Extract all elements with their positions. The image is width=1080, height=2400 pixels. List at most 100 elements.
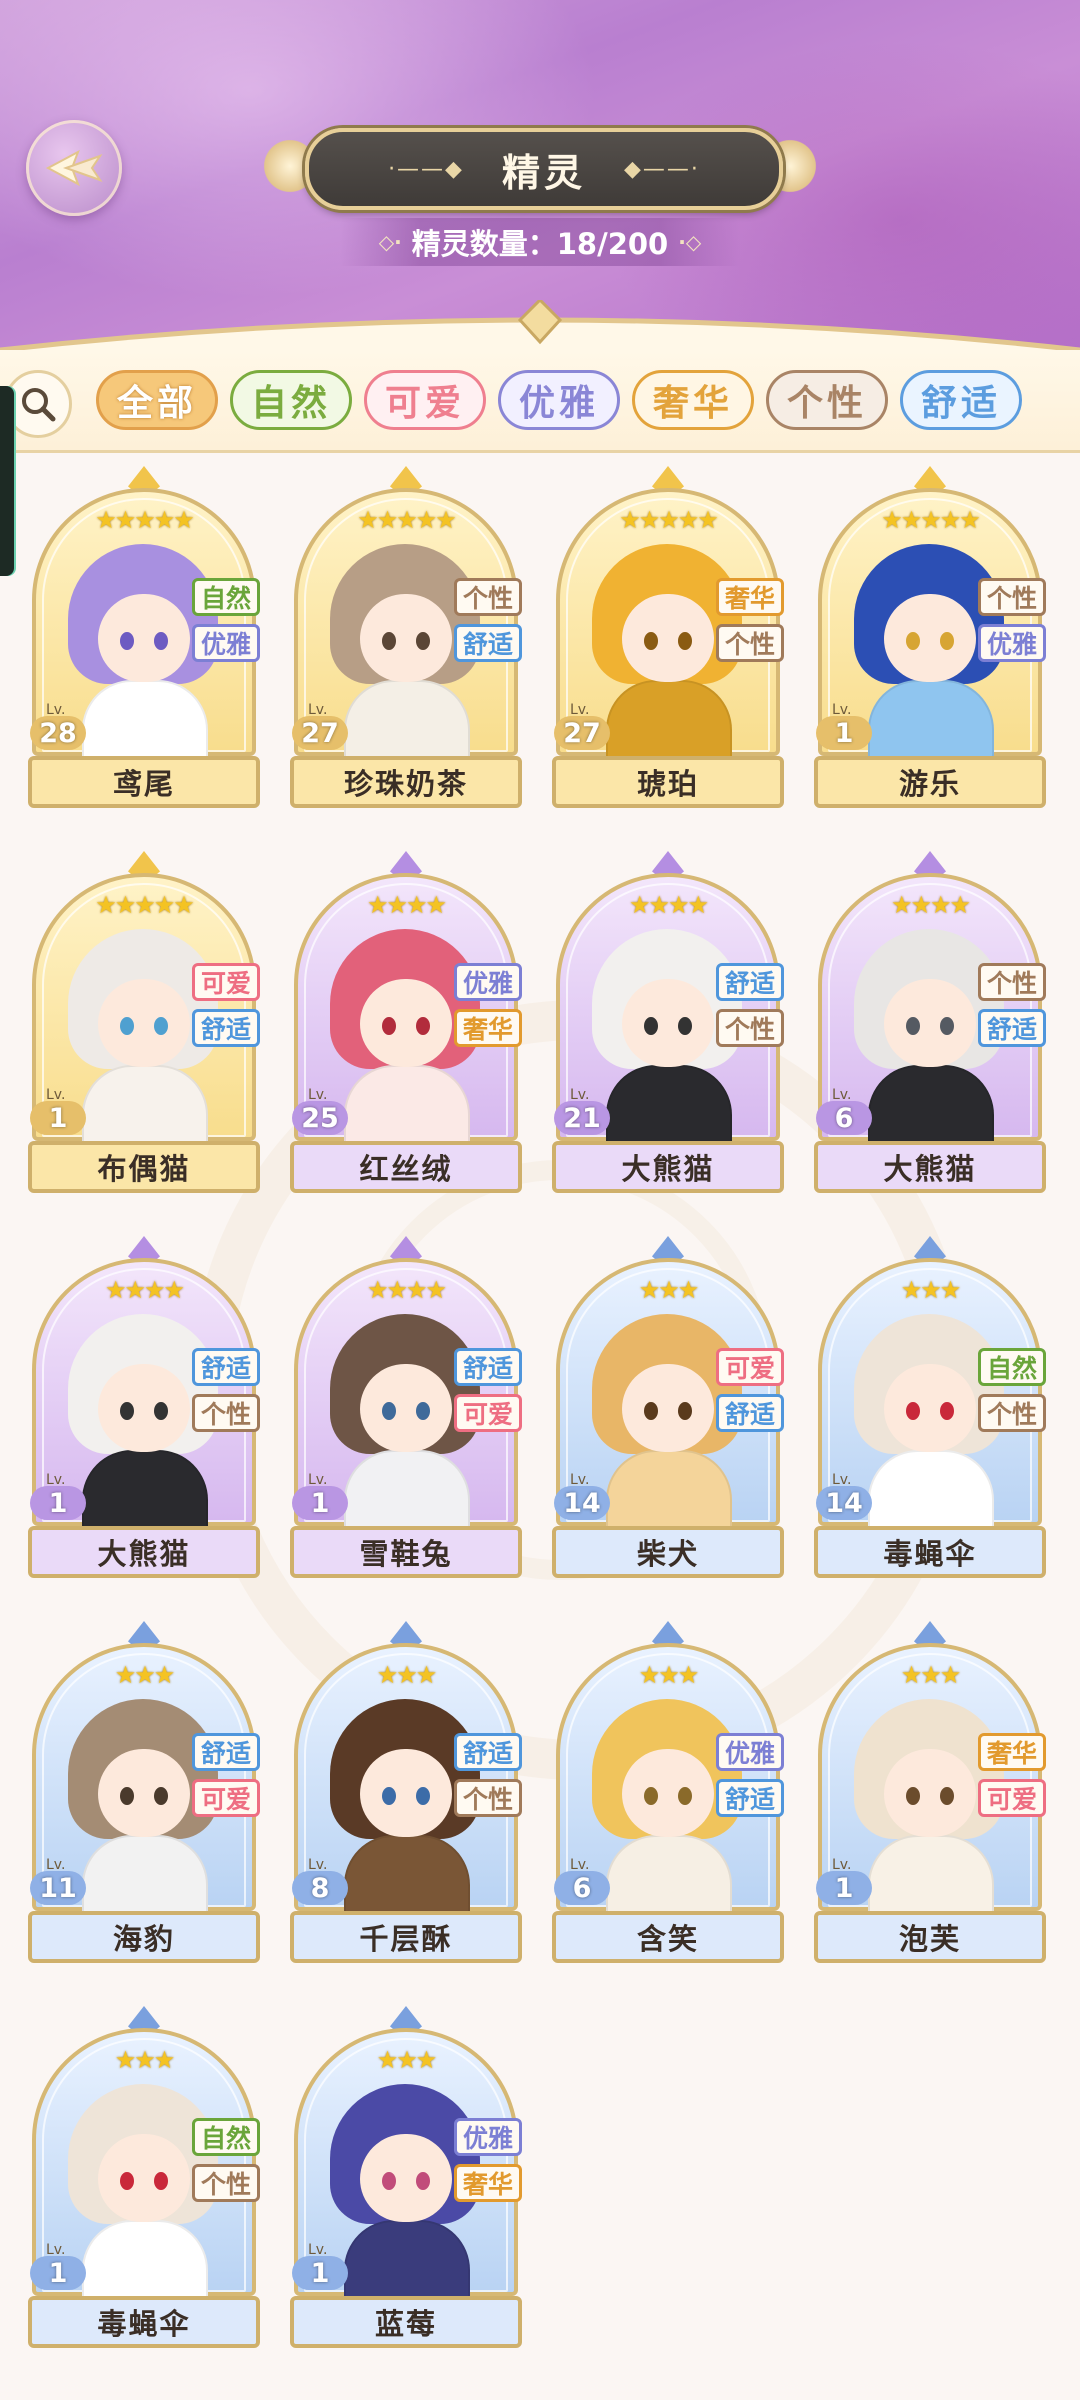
portrait-eye bbox=[644, 1017, 658, 1035]
portrait-eye bbox=[416, 632, 430, 650]
sprite-card[interactable]: ★★★★ 个性 舒适 Lv. 6 大熊猫 bbox=[814, 851, 1046, 1195]
star-rating: ★★★★ bbox=[366, 891, 447, 919]
portrait-face bbox=[360, 1364, 452, 1452]
portrait-outfit bbox=[344, 1835, 470, 1915]
trait-tag: 舒适 bbox=[454, 1348, 522, 1386]
filter-tab[interactable]: 自然 bbox=[230, 370, 352, 430]
star-rating: ★★★★★ bbox=[95, 506, 195, 534]
portrait-eye bbox=[416, 1787, 430, 1805]
level-value: 1 bbox=[48, 1102, 68, 1134]
filter-tab[interactable]: 舒适 bbox=[900, 370, 1022, 430]
trait-tag: 自然 bbox=[192, 578, 260, 616]
portrait-outfit bbox=[606, 680, 732, 760]
sprite-card[interactable]: ★★★★★ 个性 舒适 Lv. 27 珍珠奶茶 bbox=[290, 466, 522, 810]
trait-tag: 可爱 bbox=[454, 1394, 522, 1432]
trait-tag: 个性 bbox=[454, 1779, 522, 1817]
sprite-name: 泡芙 bbox=[814, 1911, 1046, 1963]
sprite-card[interactable]: ★★★ 自然 个性 Lv. 1 毒蝇伞 bbox=[28, 2006, 260, 2350]
portrait-eye bbox=[416, 2172, 430, 2190]
level-value: 1 bbox=[310, 1487, 330, 1519]
search-button[interactable] bbox=[4, 370, 72, 438]
portrait-eye bbox=[120, 632, 134, 650]
trait-tag: 可爱 bbox=[192, 963, 260, 1001]
level-value: 1 bbox=[310, 2257, 330, 2289]
count-deco-left: ◇· bbox=[378, 230, 402, 254]
portrait-eye bbox=[678, 1017, 692, 1035]
sprite-card[interactable]: ★★★★ 舒适 可爱 Lv. 1 雪鞋兔 bbox=[290, 1236, 522, 1580]
sprite-card[interactable]: ★★★★ 舒适 个性 Lv. 1 大熊猫 bbox=[28, 1236, 260, 1580]
level-badge: Lv. 1 bbox=[292, 1472, 350, 1520]
portrait-face bbox=[884, 1364, 976, 1452]
filter-tab[interactable]: 可爱 bbox=[364, 370, 486, 430]
sprite-card[interactable]: ★★★ 优雅 奢华 Lv. 1 蓝莓 bbox=[290, 2006, 522, 2350]
back-button[interactable] bbox=[26, 120, 122, 216]
page-title: 精灵 bbox=[501, 150, 586, 195]
sprite-card[interactable]: ★★★ 优雅 舒适 Lv. 6 含笑 bbox=[552, 1621, 784, 1965]
sprite-card[interactable]: ★★★★★ 奢华 个性 Lv. 27 琥珀 bbox=[552, 466, 784, 810]
trait-tag: 奢华 bbox=[978, 1733, 1046, 1771]
sprite-card[interactable]: ★★★★ 优雅 奢华 Lv. 25 红丝绒 bbox=[290, 851, 522, 1195]
portrait-eye bbox=[120, 1402, 134, 1420]
portrait-outfit bbox=[868, 1065, 994, 1145]
level-value: 25 bbox=[301, 1102, 339, 1134]
sprite-name: 柴犬 bbox=[552, 1526, 784, 1578]
sprite-name: 珍珠奶茶 bbox=[290, 756, 522, 808]
trait-tag: 舒适 bbox=[716, 1394, 784, 1432]
sprite-card[interactable]: ★★★★ 舒适 个性 Lv. 21 大熊猫 bbox=[552, 851, 784, 1195]
filter-tab[interactable]: 全部 bbox=[96, 370, 218, 430]
filter-tabs: 全部 自然 可爱 优雅 奢华 个性 舒适 bbox=[96, 370, 1022, 430]
level-value: 27 bbox=[301, 717, 339, 749]
filter-tab[interactable]: 优雅 bbox=[498, 370, 620, 430]
sprite-card[interactable]: ★★★★★ 可爱 舒适 Lv. 1 布偶猫 bbox=[28, 851, 260, 1195]
sprite-card[interactable]: ★★★ 舒适 可爱 Lv. 11 海豹 bbox=[28, 1621, 260, 1965]
sprite-card[interactable]: ★★★★★ 自然 优雅 Lv. 28 鸢尾 bbox=[28, 466, 260, 810]
trait-tag: 个性 bbox=[716, 624, 784, 662]
trait-tag: 奢华 bbox=[716, 578, 784, 616]
star-rating: ★★★ bbox=[114, 2046, 176, 2074]
back-arrow-icon bbox=[45, 149, 103, 187]
search-icon bbox=[22, 388, 56, 422]
portrait-face bbox=[884, 594, 976, 682]
portrait-eye bbox=[644, 1402, 658, 1420]
level-badge: Lv. 25 bbox=[292, 1087, 350, 1135]
star-rating: ★★★★ bbox=[890, 891, 971, 919]
trait-tag: 可爱 bbox=[192, 1779, 260, 1817]
filter-tab[interactable]: 奢华 bbox=[632, 370, 754, 430]
side-drawer-handle[interactable] bbox=[0, 386, 14, 576]
portrait-outfit bbox=[868, 1450, 994, 1530]
star-rating: ★★★ bbox=[638, 1276, 700, 1304]
portrait-outfit bbox=[82, 1835, 208, 1915]
trait-tag: 舒适 bbox=[192, 1733, 260, 1771]
portrait-face bbox=[98, 1749, 190, 1837]
portrait-face bbox=[98, 979, 190, 1067]
star-rating: ★★★ bbox=[900, 1661, 962, 1689]
sprite-name: 大熊猫 bbox=[552, 1141, 784, 1193]
portrait-eye bbox=[154, 1402, 168, 1420]
sprite-name: 琥珀 bbox=[552, 756, 784, 808]
portrait-outfit bbox=[344, 680, 470, 760]
sprite-name: 毒蝇伞 bbox=[28, 2296, 260, 2348]
sprite-card[interactable]: ★★★ 奢华 可爱 Lv. 1 泡芙 bbox=[814, 1621, 1046, 1965]
level-badge: Lv. 14 bbox=[554, 1472, 612, 1520]
portrait-face bbox=[360, 2134, 452, 2222]
portrait-eye bbox=[416, 1402, 430, 1420]
trait-tag: 优雅 bbox=[716, 1733, 784, 1771]
portrait-eye bbox=[382, 632, 396, 650]
sprite-card[interactable]: ★★★★★ 个性 优雅 Lv. 1 游乐 bbox=[814, 466, 1046, 810]
level-badge: Lv. 11 bbox=[30, 1857, 88, 1905]
filter-tab[interactable]: 个性 bbox=[766, 370, 888, 430]
portrait-outfit bbox=[606, 1065, 732, 1145]
trait-tag: 奢华 bbox=[454, 1009, 522, 1047]
portrait-eye bbox=[940, 1787, 954, 1805]
portrait-face bbox=[360, 594, 452, 682]
portrait-eye bbox=[382, 2172, 396, 2190]
trait-tag: 个性 bbox=[454, 578, 522, 616]
sprite-card[interactable]: ★★★ 可爱 舒适 Lv. 14 柴犬 bbox=[552, 1236, 784, 1580]
portrait-outfit bbox=[868, 680, 994, 760]
star-rating: ★★★ bbox=[638, 1661, 700, 1689]
trait-tag: 优雅 bbox=[454, 963, 522, 1001]
portrait-eye bbox=[154, 1017, 168, 1035]
portrait-face bbox=[622, 979, 714, 1067]
sprite-card[interactable]: ★★★ 舒适 个性 Lv. 8 千层酥 bbox=[290, 1621, 522, 1965]
sprite-card[interactable]: ★★★ 自然 个性 Lv. 14 毒蝇伞 bbox=[814, 1236, 1046, 1580]
